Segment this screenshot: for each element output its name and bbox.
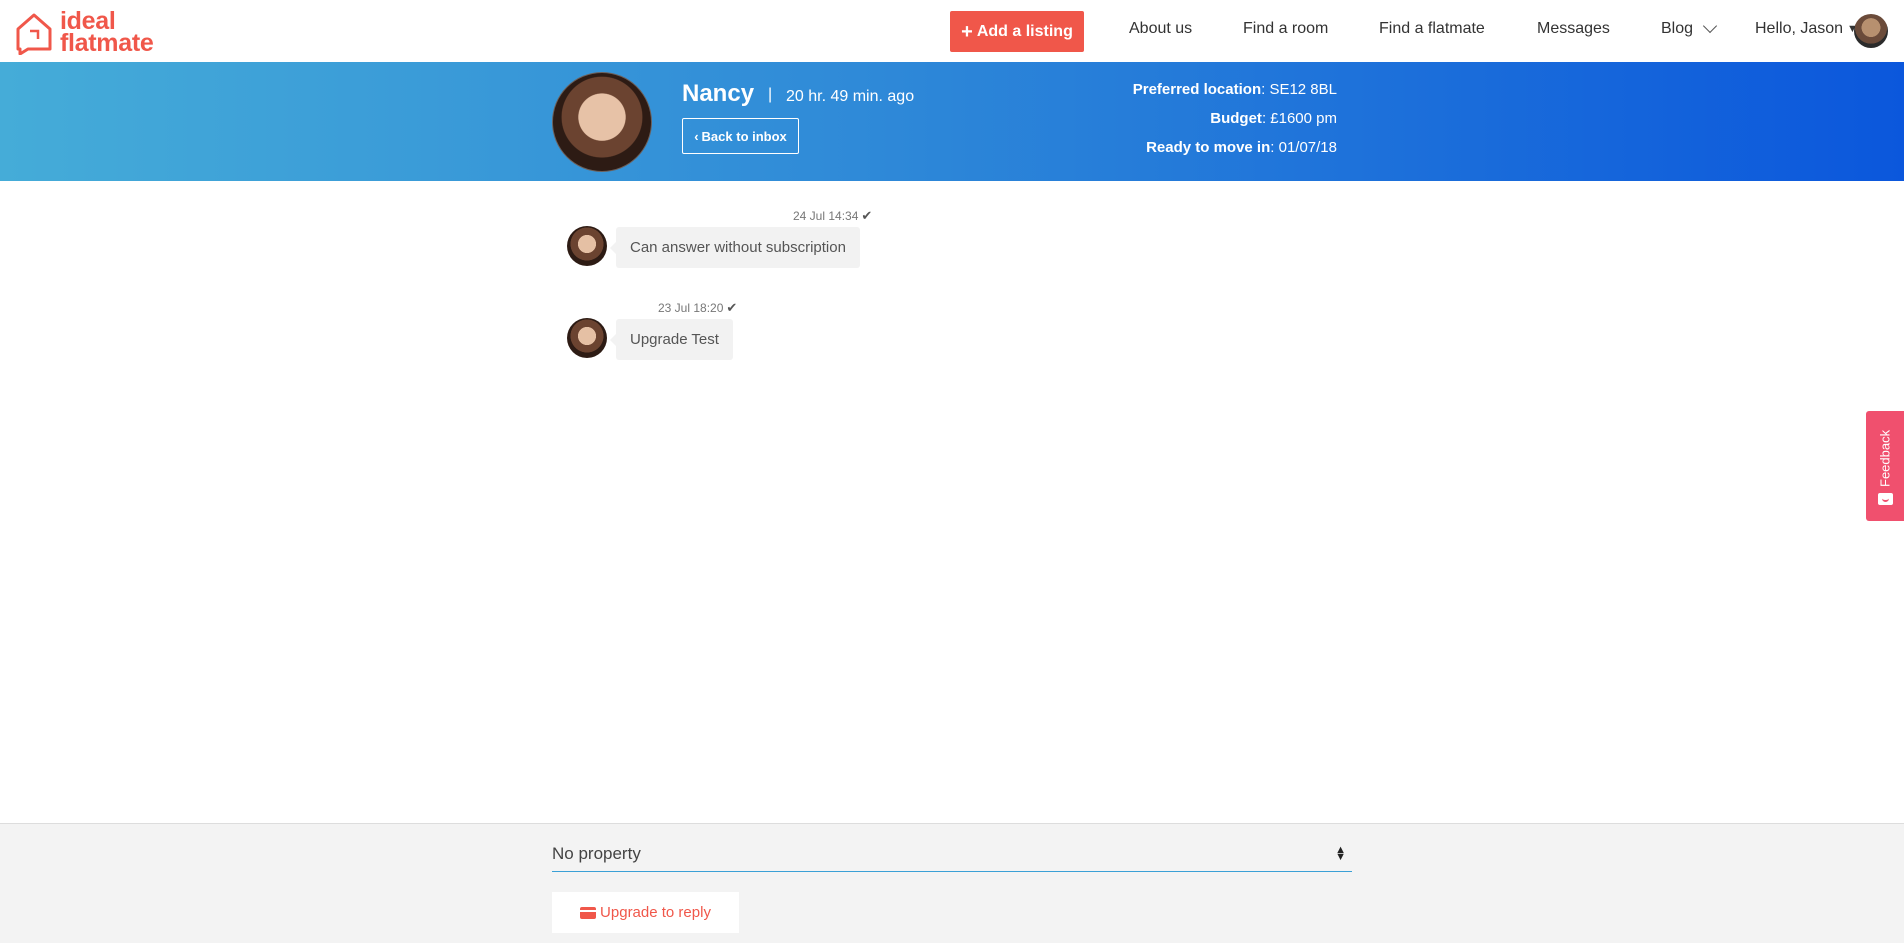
feedback-tab[interactable]: Feedback <box>1866 411 1904 521</box>
budget-value: : £1600 pm <box>1261 110 1337 127</box>
house-chat-icon <box>16 13 52 55</box>
add-listing-button[interactable]: + Add a listing <box>950 11 1084 52</box>
message-timestamp: 24 Jul 14:34 ✔ <box>793 208 872 224</box>
header-separator: | <box>768 86 773 103</box>
last-seen: 20 hr. 49 min. ago <box>786 88 915 105</box>
budget: Budget: £1600 pm <box>1210 110 1337 127</box>
user-avatar[interactable] <box>1854 14 1888 48</box>
message-avatar <box>567 318 607 358</box>
contact-avatar <box>552 72 652 172</box>
plus-icon: + <box>961 20 973 43</box>
logo-line2: flatmate <box>60 29 154 57</box>
budget-label: Budget <box>1210 110 1262 127</box>
top-navbar: ideal flatmate + Add a listing About us … <box>0 0 1904 62</box>
nav-messages[interactable]: Messages <box>1537 20 1610 38</box>
sort-arrows-icon: ▲ ▼ <box>1335 843 1346 863</box>
feedback-smile-icon <box>1878 493 1893 505</box>
preferred-location-value: : SE12 8BL <box>1261 81 1337 98</box>
property-select[interactable]: No property ▲ ▼ <box>552 836 1352 872</box>
message-timestamp: 23 Jul 18:20 ✔ <box>658 300 737 316</box>
nav-about-us[interactable]: About us <box>1129 20 1192 38</box>
message-bubble: Upgrade Test <box>610 319 733 360</box>
message-time: 24 Jul 14:34 <box>793 209 859 223</box>
user-greeting: Hello, Jason <box>1755 20 1844 37</box>
credit-card-icon <box>580 906 597 919</box>
chevron-left-icon: ‹ <box>694 128 699 144</box>
property-select-value: No property <box>552 843 641 863</box>
preferred-location: Preferred location: SE12 8BL <box>1133 81 1337 98</box>
user-menu[interactable]: Hello, Jason ▼ <box>1755 20 1858 38</box>
move-in-date: Ready to move in: 01/07/18 <box>1146 139 1337 156</box>
nav-find-a-flatmate[interactable]: Find a flatmate <box>1379 20 1485 38</box>
nav-blog-dropdown[interactable]: Blog <box>1661 18 1718 38</box>
preferred-location-label: Preferred location <box>1132 81 1262 98</box>
nav-find-a-room[interactable]: Find a room <box>1243 20 1328 38</box>
check-icon: ✔ <box>726 300 738 315</box>
upgrade-to-reply-label: Upgrade to reply <box>600 904 711 921</box>
nav-blog-label: Blog <box>1661 20 1694 37</box>
upgrade-to-reply-button[interactable]: Upgrade to reply <box>552 892 739 933</box>
back-to-inbox-label: Back to inbox <box>701 128 787 144</box>
move-in-value: : 01/07/18 <box>1270 139 1337 156</box>
message-bubble: Can answer without subscription <box>610 227 860 268</box>
message-avatar <box>567 226 607 266</box>
chevron-down-icon <box>1702 18 1718 34</box>
move-in-label: Ready to move in <box>1146 139 1271 156</box>
contact-name: Nancy <box>682 80 755 107</box>
ideal-flatmate-logo[interactable]: ideal flatmate <box>14 9 174 57</box>
add-listing-label: Add a listing <box>976 22 1073 40</box>
message-time: 23 Jul 18:20 <box>658 301 724 315</box>
feedback-label: Feedback <box>1877 429 1893 487</box>
conversation-header <box>0 62 1904 181</box>
back-to-inbox-button[interactable]: ‹ Back to inbox <box>682 118 799 154</box>
check-icon: ✔ <box>861 208 873 223</box>
